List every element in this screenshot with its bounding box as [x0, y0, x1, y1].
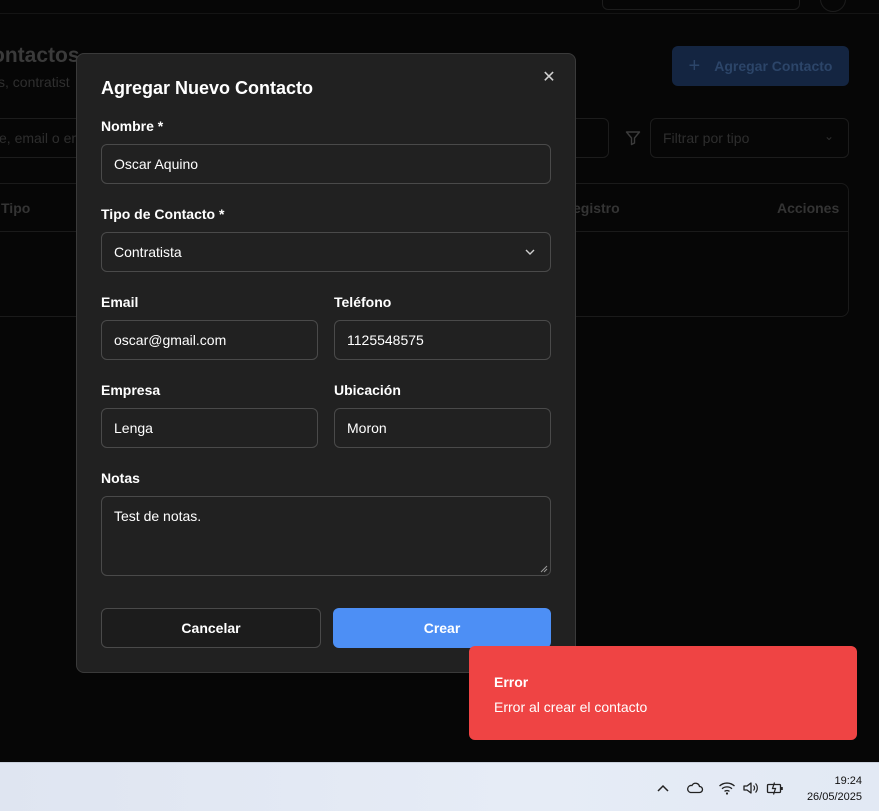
plus-icon: + [688, 54, 701, 77]
add-contact-button: + Agregar Contacto [672, 46, 849, 86]
error-toast[interactable]: Error Error al crear el contacto [469, 646, 857, 740]
battery-icon[interactable] [766, 780, 784, 796]
top-bar-search [602, 0, 800, 10]
resize-grip-icon[interactable] [540, 565, 548, 573]
column-header-type: Tipo [1, 200, 31, 216]
phone-label: Teléfono [334, 294, 392, 310]
onedrive-cloud-icon[interactable] [686, 780, 704, 796]
column-header-actions: Acciones [777, 200, 840, 216]
filter-icon [625, 131, 641, 146]
contact-type-value: Contratista [114, 244, 182, 260]
cancel-button[interactable]: Cancelar [101, 608, 321, 648]
email-field[interactable]: oscar@gmail.com [101, 320, 318, 360]
email-label: Email [101, 294, 139, 310]
chevron-up-icon[interactable] [654, 780, 672, 796]
volume-icon[interactable] [742, 780, 760, 796]
top-bar [0, 0, 879, 14]
contact-type-label: Tipo de Contacto * [101, 206, 225, 222]
dialog-title: Agregar Nuevo Contacto [101, 78, 314, 98]
location-label: Ubicación [334, 382, 401, 398]
system-clock[interactable]: 19:24 26/05/2025 [807, 773, 862, 805]
create-button[interactable]: Crear [333, 608, 551, 648]
name-field[interactable]: Oscar Aquino [101, 144, 551, 184]
type-filter-placeholder: Filtrar por tipo [663, 130, 750, 146]
clock-time: 19:24 [834, 775, 862, 787]
user-avatar [820, 0, 846, 12]
chevron-down-icon [525, 249, 535, 255]
add-contact-dialog: ✕ Agregar Nuevo Contacto Nombre * Oscar … [76, 53, 576, 673]
wifi-icon[interactable] [718, 780, 736, 796]
taskbar: 19:24 26/05/2025 [0, 762, 879, 811]
notes-textarea[interactable]: Test de notas. [101, 496, 551, 576]
close-icon[interactable]: ✕ [541, 70, 557, 86]
company-field[interactable]: Lenga [101, 408, 318, 448]
column-header-registered: egistro [573, 200, 620, 216]
page-subtitle: s, contratist [0, 74, 70, 90]
clock-date: 26/05/2025 [806, 791, 862, 803]
location-field[interactable]: Moron [334, 408, 551, 448]
notes-value: Test de notas. [114, 508, 202, 524]
notes-label: Notas [101, 470, 140, 486]
type-filter-select: Filtrar por tipo ⌄ [650, 118, 849, 158]
toast-title: Error [494, 674, 529, 690]
phone-field[interactable]: 1125548575 [334, 320, 551, 360]
company-label: Empresa [101, 382, 161, 398]
page-title: ontactos [0, 44, 80, 67]
name-label: Nombre * [101, 118, 164, 134]
add-contact-label: Agregar Contacto [714, 58, 833, 74]
contact-type-select[interactable]: Contratista [101, 232, 551, 272]
toast-message: Error al crear el contacto [494, 699, 648, 715]
chevron-down-icon: ⌄ [823, 129, 834, 143]
